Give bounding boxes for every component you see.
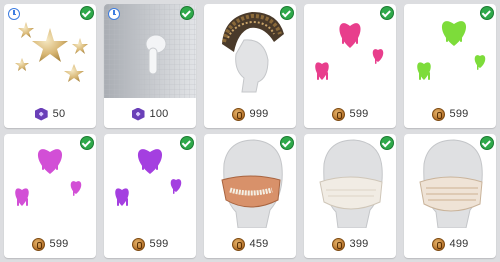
item-card-spiked-mohawk[interactable]: 999 (204, 4, 296, 128)
check-icon (180, 136, 194, 150)
price-row: 599 (304, 104, 396, 124)
check-icon (80, 136, 94, 150)
coin-icon (231, 237, 245, 251)
item-card-white-face-mask[interactable]: 399 (304, 134, 396, 258)
coin-icon (331, 107, 345, 121)
item-card-pink-dripping-hearts[interactable]: 599 (304, 4, 396, 128)
item-price: 499 (449, 238, 469, 250)
item-grid: 50 100 999 599 599 599 599 459 399 499 (0, 0, 500, 262)
price-row: 50 (4, 104, 96, 124)
coin-icon (431, 237, 445, 251)
item-card-teeth-face-mask[interactable]: 459 (204, 134, 296, 258)
item-card-purple-dripping-hearts[interactable]: 599 (104, 134, 196, 258)
check-icon (180, 6, 194, 20)
item-card-green-dripping-hearts[interactable]: 599 (404, 4, 496, 128)
item-price: 599 (149, 238, 169, 250)
gem-icon (131, 107, 145, 121)
item-card-pleated-face-mask[interactable]: 499 (404, 134, 496, 258)
coin-icon (431, 107, 445, 121)
coin-icon (131, 237, 145, 251)
coin-icon (331, 237, 345, 251)
check-icon (280, 6, 294, 20)
check-icon (280, 136, 294, 150)
item-price: 599 (49, 238, 69, 250)
item-price: 399 (349, 238, 369, 250)
check-icon (380, 136, 394, 150)
coin-icon (231, 107, 245, 121)
price-row: 599 (404, 104, 496, 124)
item-card-gold-stars[interactable]: 50 (4, 4, 96, 128)
item-price: 599 (449, 108, 469, 120)
item-card-magenta-dripping-hearts[interactable]: 599 (4, 134, 96, 258)
price-row: 499 (404, 234, 496, 254)
check-icon (480, 136, 494, 150)
item-price: 999 (249, 108, 269, 120)
price-row: 599 (4, 234, 96, 254)
item-price: 100 (149, 108, 169, 120)
gem-icon (34, 107, 48, 121)
check-icon (380, 6, 394, 20)
item-price: 599 (349, 108, 369, 120)
item-price: 50 (52, 108, 66, 120)
price-row: 399 (304, 234, 396, 254)
price-row: 999 (204, 104, 296, 124)
check-icon (480, 6, 494, 20)
price-row: 599 (104, 234, 196, 254)
clock-icon (108, 8, 120, 20)
check-icon (80, 6, 94, 20)
item-card-white-earbud[interactable]: 100 (104, 4, 196, 128)
clock-icon (8, 8, 20, 20)
price-row: 100 (104, 104, 196, 124)
coin-icon (31, 237, 45, 251)
item-price: 459 (249, 238, 269, 250)
price-row: 459 (204, 234, 296, 254)
